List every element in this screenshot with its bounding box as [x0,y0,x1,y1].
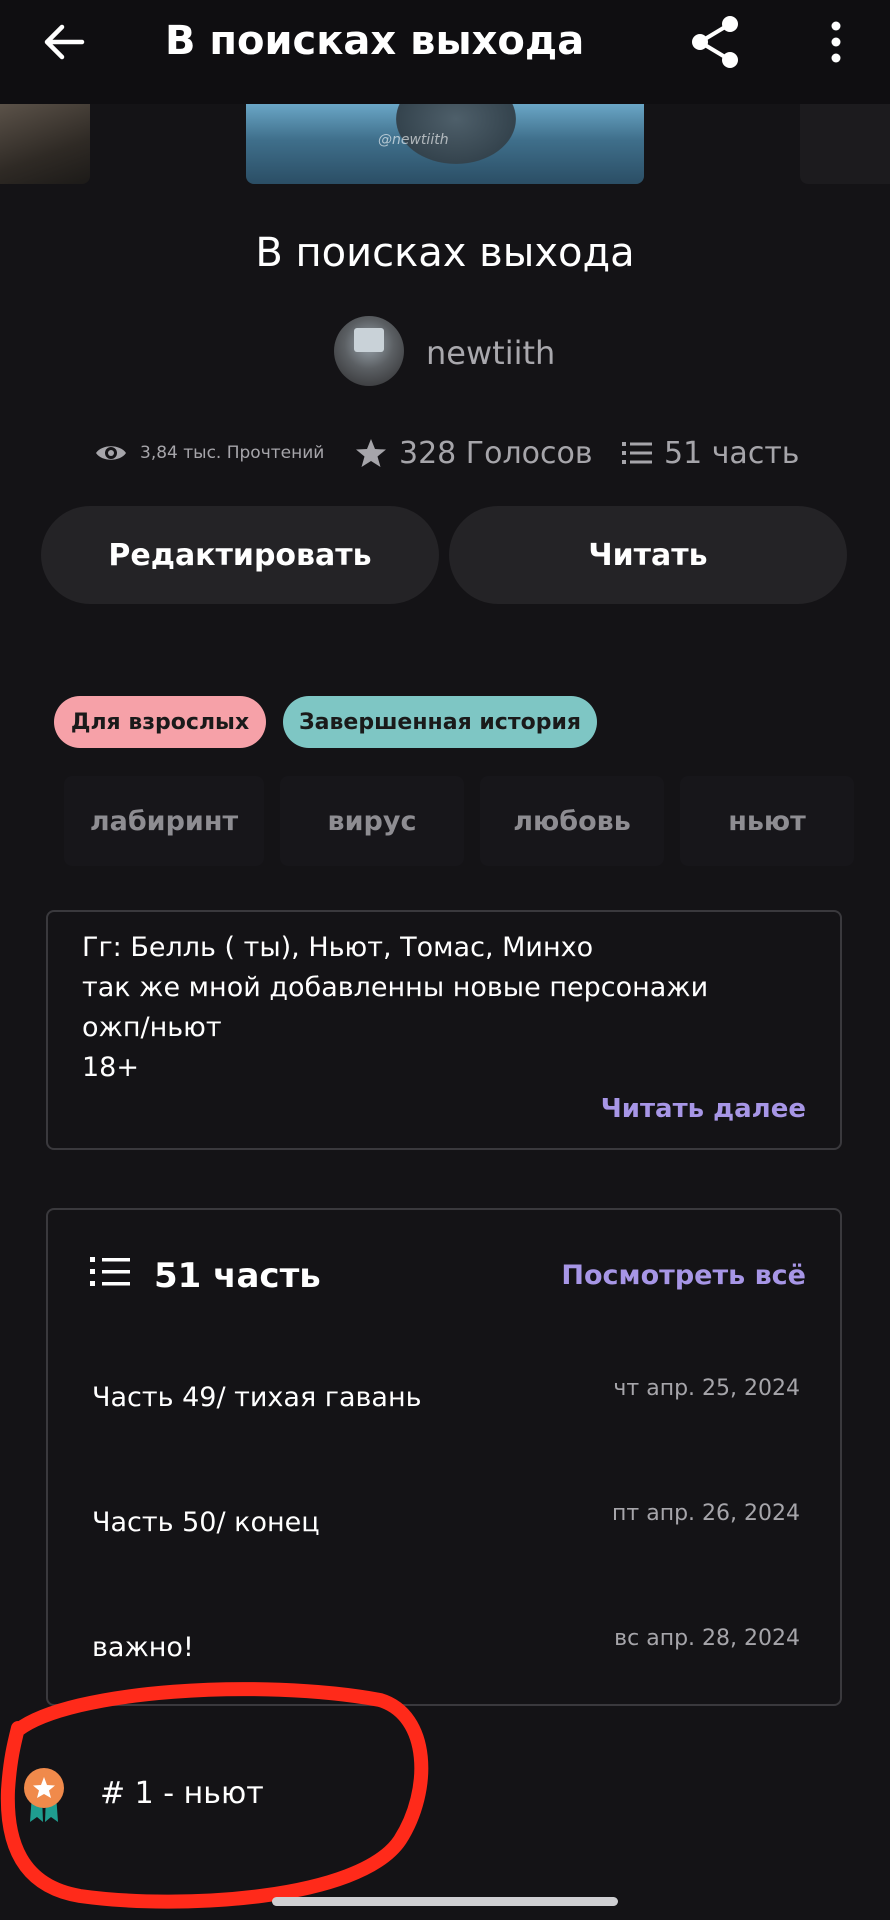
list-icon [90,1257,130,1286]
share-button[interactable] [686,12,746,72]
list-item[interactable]: Часть 50/ конец пт апр. 26, 2024 [48,1485,844,1565]
description-card: Гг: Белль ( ты), Ньют, Томас, Минхо так … [46,910,842,1150]
edit-button[interactable]: Редактировать [41,506,439,604]
mature-badge: Для взрослых [54,696,266,748]
part-date: вс апр. 28, 2024 [614,1626,800,1651]
top-bar: В поисках выхода [0,0,890,104]
reads-stat: 3,84 тыс. Прочтений [94,428,324,478]
read-more-link[interactable]: Читать далее [601,1094,806,1124]
part-title: Часть 50/ конец [92,1507,320,1538]
tag-list: лабиринт вирус любовь ньют [64,776,854,866]
ranking-text: # 1 - ньют [100,1776,264,1811]
author-name[interactable]: newtiith [426,334,555,372]
read-button[interactable]: Читать [449,506,847,604]
award-ribbon-icon [24,1768,64,1822]
part-date: чт апр. 25, 2024 [613,1376,800,1401]
description-line: ожп/ньют [82,1012,222,1043]
cover-prev[interactable] [0,104,90,184]
reads-count: 3,84 тыс. Прочтений [140,443,325,463]
votes-count: 328 Голосов [399,435,593,471]
cover-carousel[interactable]: @newtiith [0,104,890,186]
parts-stat: 51 часть [622,428,799,478]
ranking-row[interactable]: # 1 - ньют [20,1766,440,1830]
story-title: В поисках выхода [255,230,635,276]
tag-chip[interactable]: ньют [680,776,854,866]
list-item[interactable]: важно! вс апр. 28, 2024 [48,1610,844,1690]
eye-icon [96,446,126,460]
page-title: В поисках выхода [165,18,585,64]
cover-watermark: @newtiith [378,132,449,148]
tag-chip[interactable]: вирус [280,776,464,866]
avatar[interactable] [334,316,404,386]
arrow-left-icon [44,24,85,60]
share-icon [692,16,738,68]
parts-count: 51 часть [664,435,800,471]
view-all-link[interactable]: Посмотреть всё [561,1260,806,1291]
part-date: пт апр. 26, 2024 [612,1501,800,1526]
description-line: Гг: Белль ( ты), Ньют, Томас, Минхо [82,932,594,963]
story-stats: 3,84 тыс. Прочтений 328 Голосов 51 часть [0,428,890,478]
more-options-button[interactable] [816,14,856,70]
part-title: важно! [92,1632,194,1663]
more-vertical-icon [831,21,841,63]
parts-title: 51 часть [154,1256,321,1296]
votes-stat: 328 Голосов [355,428,593,478]
part-title: Часть 49/ тихая гавань [92,1382,422,1413]
parts-card: 51 часть Посмотреть всё Часть 49/ тихая … [46,1208,842,1706]
description-line: так же мной добавленны новые персонажи [82,972,709,1003]
star-icon [356,439,386,467]
tag-chip[interactable]: любовь [480,776,664,866]
description-line: 18+ [82,1052,139,1083]
cover-next[interactable] [800,104,890,184]
home-indicator[interactable] [272,1897,618,1906]
complete-badge: Завершенная история [283,696,597,748]
story-cover: @newtiith [246,104,644,184]
back-button[interactable] [38,16,90,68]
list-icon [622,442,652,464]
tag-chip[interactable]: лабиринт [64,776,264,866]
list-item[interactable]: Часть 49/ тихая гавань чт апр. 25, 2024 [48,1360,844,1440]
